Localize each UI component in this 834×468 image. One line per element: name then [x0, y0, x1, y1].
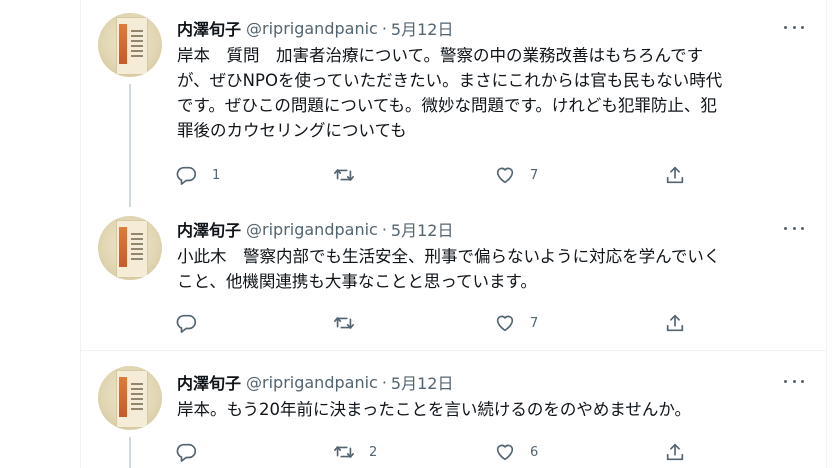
tweet-date[interactable]: 5月12日: [391, 370, 454, 394]
retweet-icon: [334, 169, 354, 181]
tweet-text: 小此木 警察内部でも生活安全、刑事で偏らないように対応を学んでいく こと、他機関…: [177, 247, 721, 291]
share-button[interactable]: [664, 163, 686, 187]
retweet-count: 2: [369, 444, 378, 460]
like-button[interactable]: 6: [494, 440, 538, 464]
author-handle[interactable]: @riprigandpanic: [246, 373, 378, 392]
reply-icon: [176, 314, 197, 333]
separator-dot: ·: [381, 372, 387, 392]
more-icon[interactable]: [784, 20, 804, 34]
separator-dot: ·: [381, 18, 387, 38]
tweet-date[interactable]: 5月12日: [391, 217, 454, 241]
tweet-header: 内澤旬子 @riprigandpanic · 5月12日: [177, 16, 453, 40]
retweet-button[interactable]: [333, 311, 369, 335]
tweet-header: 内澤旬子 @riprigandpanic · 5月12日: [177, 217, 453, 241]
tweet-date[interactable]: 5月12日: [391, 16, 454, 40]
more-icon[interactable]: [784, 221, 804, 235]
retweet-button[interactable]: 2: [333, 440, 377, 464]
timeline: 内澤旬子 @riprigandpanic · 5月12日 岸本 質問 加害者治療…: [0, 0, 834, 468]
tweet-text: 岸本。もう20年前に決まったことを言い続けるのをのやめませんか。: [177, 400, 692, 419]
retweet-icon: [334, 446, 354, 458]
share-icon: [666, 443, 684, 461]
retweet-icon: [334, 317, 354, 329]
author-name[interactable]: 内澤旬子: [177, 370, 241, 394]
tweet[interactable]: 内澤旬子 @riprigandpanic · 5月12日 岸本 質問 加害者治療…: [81, 0, 826, 207]
share-button[interactable]: [664, 311, 686, 335]
reply-icon: [176, 166, 197, 185]
author-name[interactable]: 内澤旬子: [177, 16, 241, 40]
author-handle[interactable]: @riprigandpanic: [246, 220, 378, 239]
avatar[interactable]: [98, 13, 162, 77]
tweet[interactable]: 内澤旬子 @riprigandpanic · 5月12日 岸本。もう20年前に決…: [81, 351, 826, 468]
reply-button[interactable]: [176, 311, 212, 335]
thread-line: [129, 84, 131, 207]
like-count: 7: [530, 167, 539, 183]
action-bar: 7: [171, 311, 711, 335]
reply-button[interactable]: [176, 440, 212, 464]
like-button[interactable]: 7: [494, 163, 538, 187]
column-border-right: [826, 0, 827, 468]
tweet-header: 内澤旬子 @riprigandpanic · 5月12日: [177, 370, 453, 394]
reply-button[interactable]: 1: [176, 163, 220, 187]
reply-count: 1: [212, 167, 221, 183]
avatar[interactable]: [98, 216, 162, 280]
tweet[interactable]: 内澤旬子 @riprigandpanic · 5月12日 小此木 警察内部でも生…: [81, 207, 826, 351]
tweet-text: 岸本 質問 加害者治療について。警察の中の業務改善はもちろんです が、ぜひNPO…: [177, 46, 723, 140]
like-icon: [496, 167, 514, 184]
action-bar: 2 6: [171, 440, 711, 464]
thread-line: [129, 437, 131, 468]
like-icon: [496, 444, 514, 461]
author-name[interactable]: 内澤旬子: [177, 217, 241, 241]
like-icon: [496, 315, 514, 332]
author-handle[interactable]: @riprigandpanic: [246, 19, 378, 38]
like-count: 6: [530, 444, 539, 460]
share-icon: [666, 314, 684, 332]
more-icon[interactable]: [784, 374, 804, 388]
retweet-button[interactable]: [333, 163, 369, 187]
avatar[interactable]: [98, 366, 162, 430]
action-bar: 1 7: [171, 163, 711, 187]
like-count: 7: [530, 315, 539, 331]
separator-dot: ·: [381, 219, 387, 239]
share-button[interactable]: [664, 440, 686, 464]
reply-icon: [176, 443, 197, 462]
like-button[interactable]: 7: [494, 311, 538, 335]
share-icon: [666, 166, 684, 184]
